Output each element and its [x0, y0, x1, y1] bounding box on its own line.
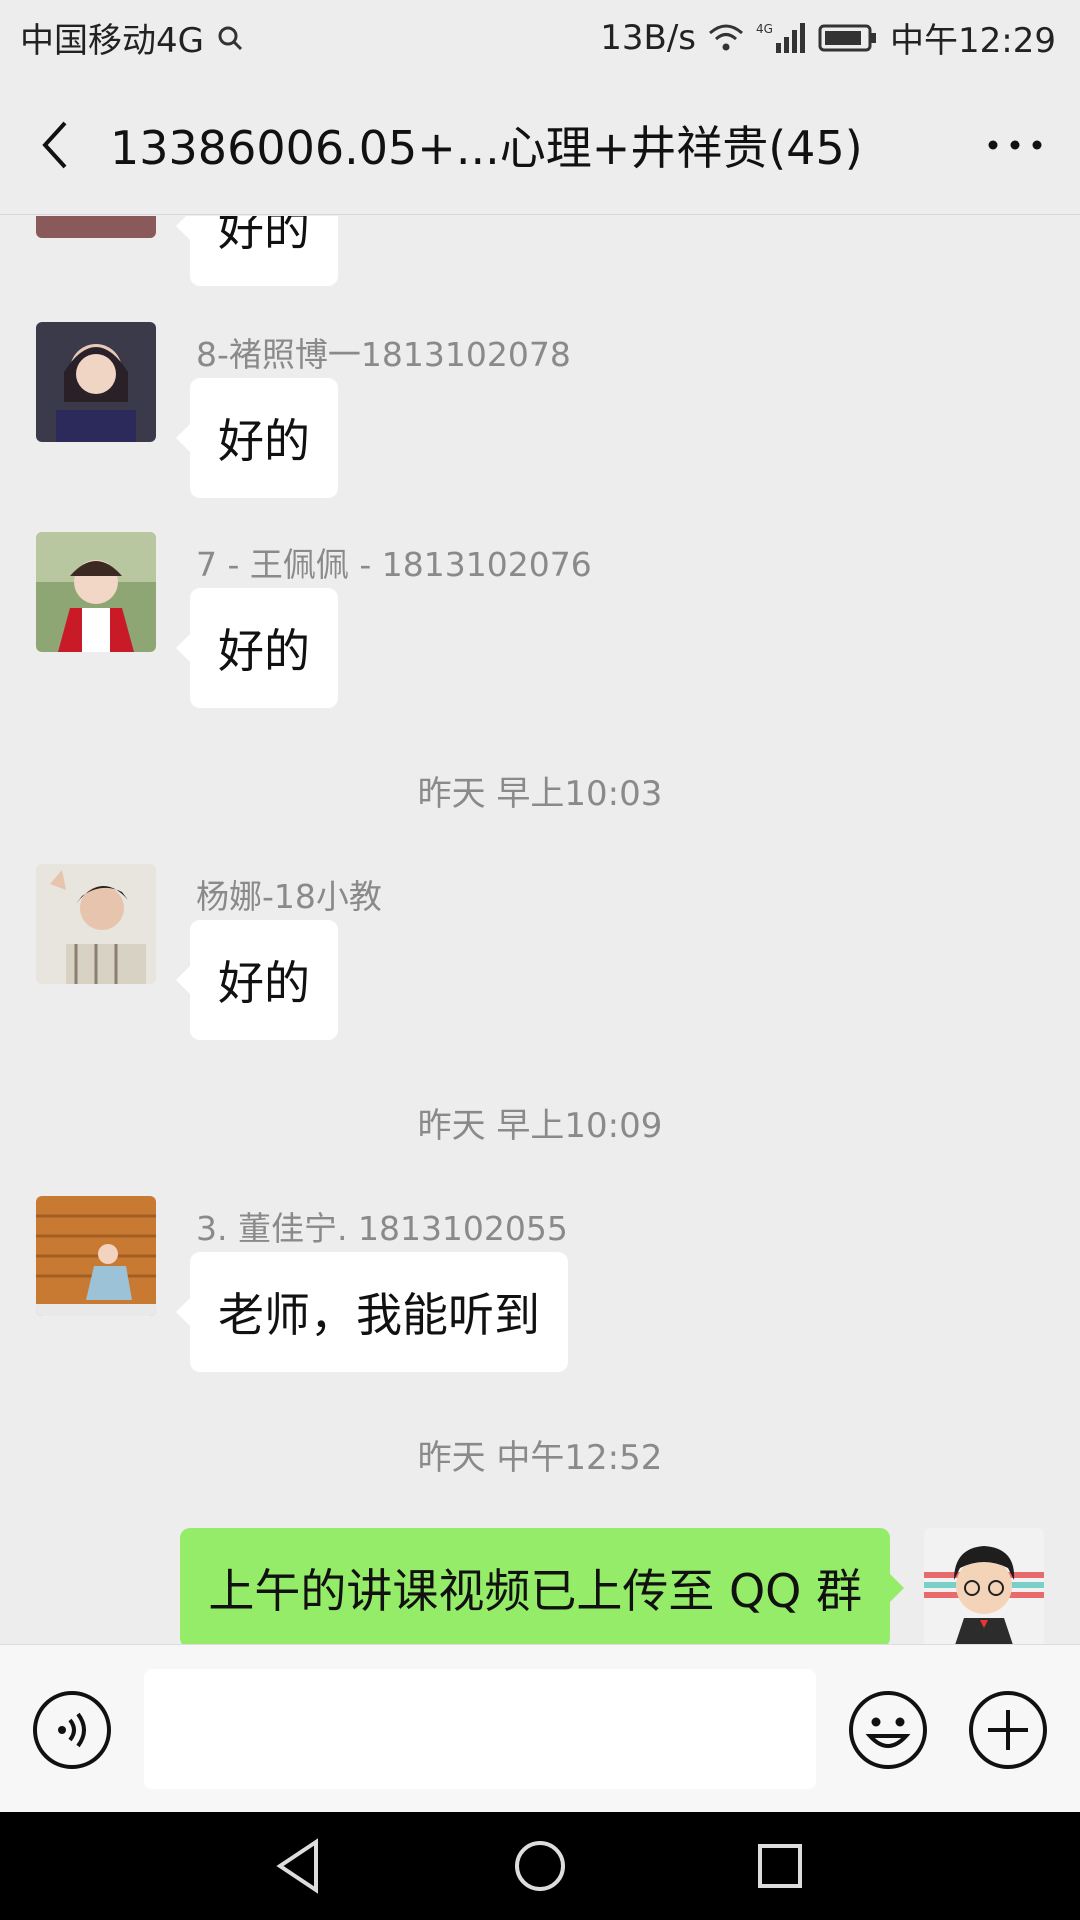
message-list[interactable]: 好的 8-褚照博一1813102078 好的 7 - 王佩佩 - 1813102…	[0, 216, 1080, 1644]
message-text: 好的	[218, 624, 310, 678]
sender-name: 8-褚照博一1813102078	[196, 335, 571, 374]
network-type-label: 4G	[756, 22, 773, 36]
avatar[interactable]	[924, 1528, 1044, 1644]
voice-icon	[33, 1691, 111, 1769]
avatar[interactable]	[36, 216, 156, 238]
search-icon	[216, 24, 244, 52]
message-bubble[interactable]: 好的	[176, 920, 338, 1040]
voice-button[interactable]	[32, 1690, 112, 1770]
avatar[interactable]	[36, 322, 156, 442]
more-button[interactable]	[950, 75, 1080, 215]
message-text: 好的	[218, 956, 310, 1010]
system-home-button[interactable]	[510, 1836, 570, 1896]
message-bubble[interactable]: 好的	[176, 378, 338, 498]
carrier-label: 中国移动4G	[20, 21, 204, 61]
message-text: 好的	[218, 216, 310, 256]
plus-icon	[969, 1691, 1047, 1769]
message-input[interactable]	[144, 1669, 816, 1789]
message-text: 老师，我能听到	[218, 1288, 540, 1342]
system-recents-button[interactable]	[750, 1836, 810, 1896]
triangle-back-icon	[276, 1838, 318, 1894]
sender-name: 杨娜-18小教	[196, 877, 382, 916]
square-recents-icon	[758, 1844, 802, 1888]
message-timestamp: 昨天 早上10:03	[417, 774, 663, 814]
message-bubble[interactable]: 好的	[176, 588, 338, 708]
wifi-icon	[708, 23, 744, 53]
message-timestamp: 昨天 中午12:52	[417, 1438, 663, 1478]
more-dots-icon	[988, 140, 1042, 149]
system-back-button[interactable]	[270, 1836, 330, 1896]
emoji-button[interactable]	[848, 1690, 928, 1770]
circle-home-icon	[515, 1841, 565, 1891]
more-functions-button[interactable]	[968, 1690, 1048, 1770]
net-speed-label: 13B/s	[600, 17, 697, 58]
message-bubble[interactable]: 老师，我能听到	[176, 1252, 568, 1372]
message-text: 好的	[218, 414, 310, 468]
status-bar: 中国移动4G 13B/s 4G 中午12:29	[0, 0, 1080, 75]
sender-name: 3. 董佳宁. 1813102055	[196, 1209, 568, 1248]
emoji-icon	[849, 1691, 927, 1769]
input-bar	[0, 1644, 1080, 1812]
avatar[interactable]	[36, 1196, 156, 1316]
message-bubble[interactable]: 上午的讲课视频已上传至 QQ 群	[180, 1528, 904, 1644]
chat-header: 13386006.05+...心理+井祥贵(45)	[0, 75, 1080, 215]
system-navigation-bar	[0, 1812, 1080, 1920]
battery-icon	[818, 23, 878, 53]
message-bubble[interactable]: 好的	[176, 216, 338, 286]
time-label: 中午12:29	[890, 21, 1056, 61]
sender-name: 7 - 王佩佩 - 1813102076	[196, 545, 592, 584]
back-button[interactable]	[0, 75, 110, 215]
chat-title: 13386006.05+...心理+井祥贵(45)	[110, 120, 863, 175]
avatar[interactable]	[36, 532, 156, 652]
signal-icon: 4G	[756, 21, 806, 55]
chevron-left-icon	[42, 121, 67, 168]
message-text: 上午的讲课视频已上传至 QQ 群	[208, 1564, 862, 1618]
avatar[interactable]	[36, 864, 156, 984]
message-timestamp: 昨天 早上10:09	[417, 1106, 663, 1146]
